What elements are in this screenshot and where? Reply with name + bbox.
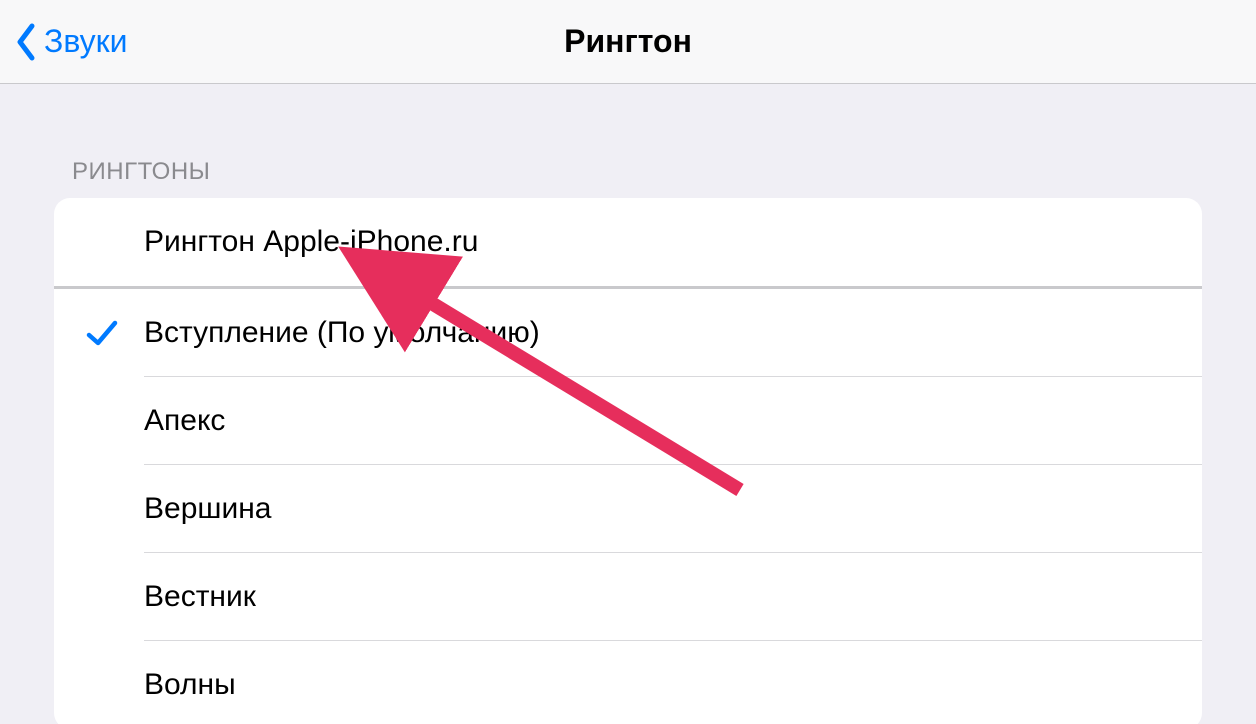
ringtone-row[interactable]: Вестник bbox=[54, 553, 1202, 641]
chevron-left-icon bbox=[14, 22, 38, 62]
ringtone-list: Рингтон Apple-iPhone.ru Вступление (По у… bbox=[54, 198, 1202, 724]
ringtone-row[interactable]: Вступление (По умолчанию) bbox=[54, 289, 1202, 377]
ringtone-label: Апекс bbox=[144, 404, 225, 438]
ringtone-row[interactable]: Волны bbox=[54, 641, 1202, 724]
ringtone-label: Вступление (По умолчанию) bbox=[144, 316, 540, 350]
back-button[interactable]: Звуки bbox=[0, 0, 128, 83]
page-title: Рингтон bbox=[0, 23, 1256, 60]
ringtone-row[interactable]: Рингтон Apple-iPhone.ru bbox=[54, 198, 1202, 286]
ringtone-label: Вестник bbox=[144, 580, 256, 614]
section-header: РИНГТОНЫ bbox=[54, 84, 1202, 198]
back-label: Звуки bbox=[44, 23, 128, 60]
ringtone-label: Волны bbox=[144, 668, 236, 702]
content: РИНГТОНЫ Рингтон Apple-iPhone.ru Вступле… bbox=[0, 84, 1256, 724]
checkmark-icon bbox=[84, 315, 120, 351]
ringtone-label: Вершина bbox=[144, 492, 271, 526]
ringtone-row[interactable]: Вершина bbox=[54, 465, 1202, 553]
ringtone-row[interactable]: Апекс bbox=[54, 377, 1202, 465]
navigation-bar: Звуки Рингтон bbox=[0, 0, 1256, 84]
ringtone-label: Рингтон Apple-iPhone.ru bbox=[144, 225, 478, 259]
